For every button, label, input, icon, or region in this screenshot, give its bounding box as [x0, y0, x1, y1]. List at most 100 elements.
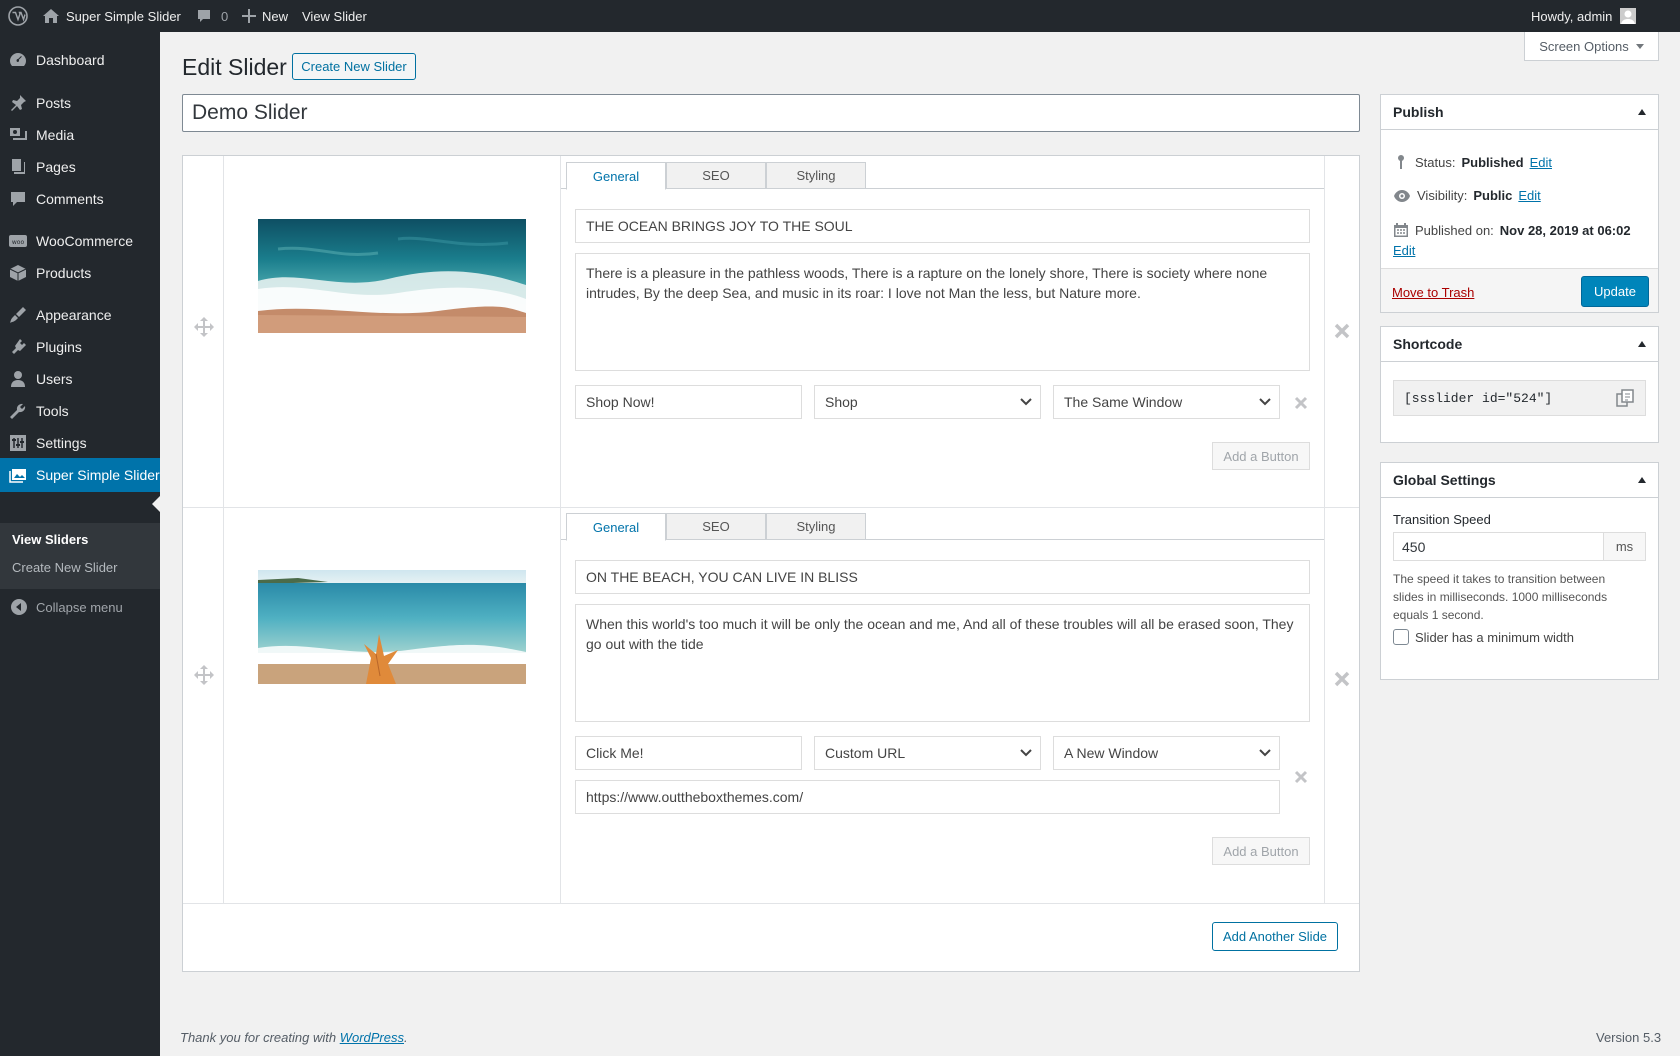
wordpress-link[interactable]: WordPress: [340, 1030, 404, 1045]
transition-speed-input[interactable]: [1393, 532, 1604, 561]
sidebar-item-label: Appearance: [36, 307, 112, 323]
slide-heading-input[interactable]: [575, 209, 1310, 243]
wordpress-logo-icon[interactable]: [8, 0, 28, 32]
submenu-view-sliders[interactable]: View Sliders: [12, 532, 88, 547]
slider-title-input[interactable]: [182, 94, 1360, 132]
pin-icon: [1393, 154, 1409, 170]
create-new-slider-button[interactable]: Create New Slider: [292, 53, 416, 80]
link-target-value: The Same Window: [1064, 394, 1183, 410]
sidebar-item-label: Tools: [36, 403, 69, 419]
copy-icon[interactable]: [1615, 388, 1635, 408]
remove-slide-icon[interactable]: [1333, 322, 1351, 340]
footer-version: Version 5.3: [1596, 1030, 1662, 1045]
publish-title: Publish: [1393, 104, 1444, 120]
products-icon: [9, 264, 27, 282]
pages-icon: [9, 158, 27, 176]
sidebar-item-media[interactable]: Media: [0, 118, 160, 152]
drag-handle[interactable]: [183, 156, 224, 507]
shortcode-field[interactable]: [ssslider id="524"]: [1393, 380, 1646, 416]
link-target-value: A New Window: [1064, 745, 1159, 761]
my-account-link[interactable]: Howdy, admin: [1531, 0, 1637, 32]
sidebar-item-appearance[interactable]: Appearance: [0, 298, 160, 332]
sidebar-item-super-simple-slider[interactable]: Super Simple Slider: [0, 458, 160, 492]
remove-button-icon[interactable]: [1294, 396, 1308, 410]
plus-icon: [242, 9, 256, 23]
move-icon: [193, 316, 215, 338]
sidebar-item-label: Users: [36, 371, 73, 387]
drag-handle[interactable]: [183, 507, 224, 903]
collapse-icon: [10, 598, 28, 616]
comments-count: 0: [221, 8, 229, 24]
sidebar-item-pages[interactable]: Pages: [0, 150, 160, 184]
button-text-input[interactable]: [575, 736, 802, 770]
update-button[interactable]: Update: [1581, 276, 1649, 307]
collapse-toggle-icon[interactable]: [1638, 109, 1646, 115]
users-icon: [9, 370, 27, 388]
move-to-trash-link[interactable]: Move to Trash: [1392, 285, 1474, 300]
media-icon: [9, 126, 27, 144]
slide-heading-input[interactable]: [575, 560, 1310, 594]
link-target-select[interactable]: A New Window: [1053, 736, 1280, 770]
link-type-select[interactable]: Custom URL: [814, 736, 1041, 770]
screen-options-button[interactable]: Screen Options: [1524, 32, 1659, 61]
tab-styling[interactable]: Styling: [766, 162, 866, 189]
submenu-create-new-slider[interactable]: Create New Slider: [12, 560, 118, 575]
edit-date-link[interactable]: Edit: [1393, 243, 1415, 258]
published-value: Nov 28, 2019 at 06:02: [1499, 222, 1631, 238]
edit-status-link[interactable]: Edit: [1530, 155, 1552, 170]
tab-styling[interactable]: Styling: [766, 513, 866, 540]
slide-row: General SEO Styling There is a pleasure …: [183, 156, 1359, 508]
screen-options-label: Screen Options: [1539, 38, 1629, 54]
custom-url-input[interactable]: [575, 780, 1280, 814]
site-name-link[interactable]: Super Simple Slider: [42, 0, 181, 32]
chevron-down-icon: [1259, 749, 1271, 757]
add-a-button[interactable]: Add a Button: [1212, 837, 1310, 865]
sidebar-item-dashboard[interactable]: Dashboard: [0, 43, 160, 77]
new-content-link[interactable]: New: [242, 0, 288, 32]
min-width-checkbox[interactable]: [1393, 629, 1409, 645]
site-name: Super Simple Slider: [66, 8, 181, 24]
publish-actions: Move to Trash Update: [1381, 268, 1658, 312]
collapse-menu-button[interactable]: Collapse menu: [0, 590, 160, 624]
global-settings-title: Global Settings: [1393, 472, 1496, 488]
slide-text-textarea[interactable]: There is a pleasure in the pathless wood…: [575, 253, 1310, 371]
chevron-down-icon: [1020, 398, 1032, 406]
tab-seo[interactable]: SEO: [666, 162, 766, 189]
view-slider-link[interactable]: View Slider: [302, 0, 367, 32]
slide-settings-panel: General SEO Styling There is a pleasure …: [560, 156, 1325, 507]
slide-text-textarea[interactable]: When this world's too much it will be on…: [575, 604, 1310, 722]
sidebar-item-users[interactable]: Users: [0, 362, 160, 396]
sidebar-item-comments[interactable]: Comments: [0, 182, 160, 216]
tab-seo[interactable]: SEO: [666, 513, 766, 540]
add-another-slide-button[interactable]: Add Another Slide: [1212, 922, 1338, 951]
sidebar-item-plugins[interactable]: Plugins: [0, 330, 160, 364]
sidebar-item-settings[interactable]: Settings: [0, 426, 160, 460]
svg-text:woo: woo: [12, 239, 25, 246]
tab-general[interactable]: General: [566, 162, 666, 190]
active-menu-arrow: [152, 496, 160, 512]
collapse-toggle-icon[interactable]: [1638, 341, 1646, 347]
collapse-toggle-icon[interactable]: [1638, 477, 1646, 483]
tab-general[interactable]: General: [566, 513, 666, 541]
link-target-select[interactable]: The Same Window: [1053, 385, 1280, 419]
sidebar-item-products[interactable]: Products: [0, 256, 160, 290]
sidebar-item-woocommerce[interactable]: woo WooCommerce: [0, 224, 160, 258]
sidebar-item-tools[interactable]: Tools: [0, 394, 160, 428]
avatar: [1620, 8, 1637, 24]
remove-button-icon[interactable]: [1294, 770, 1308, 784]
edit-visibility-link[interactable]: Edit: [1518, 188, 1540, 203]
publish-visibility: Visibility: Public Edit: [1393, 188, 1541, 203]
button-text-input[interactable]: [575, 385, 802, 419]
comments-link[interactable]: 0: [196, 0, 228, 32]
sidebar-item-label: Products: [36, 265, 92, 281]
min-width-label: Slider has a minimum width: [1415, 629, 1574, 645]
link-type-select[interactable]: Shop: [814, 385, 1041, 419]
visibility-value: Public: [1473, 188, 1513, 203]
sidebar-item-posts[interactable]: Posts: [0, 86, 160, 120]
sidebar-item-label: WooCommerce: [36, 233, 133, 249]
slide-image-starfish[interactable]: [258, 570, 526, 684]
footer-thanks: Thank you for creating with WordPress.: [180, 1030, 408, 1045]
slide-image-ocean[interactable]: [258, 219, 526, 333]
remove-slide-icon[interactable]: [1333, 670, 1351, 688]
add-a-button[interactable]: Add a Button: [1212, 442, 1310, 470]
